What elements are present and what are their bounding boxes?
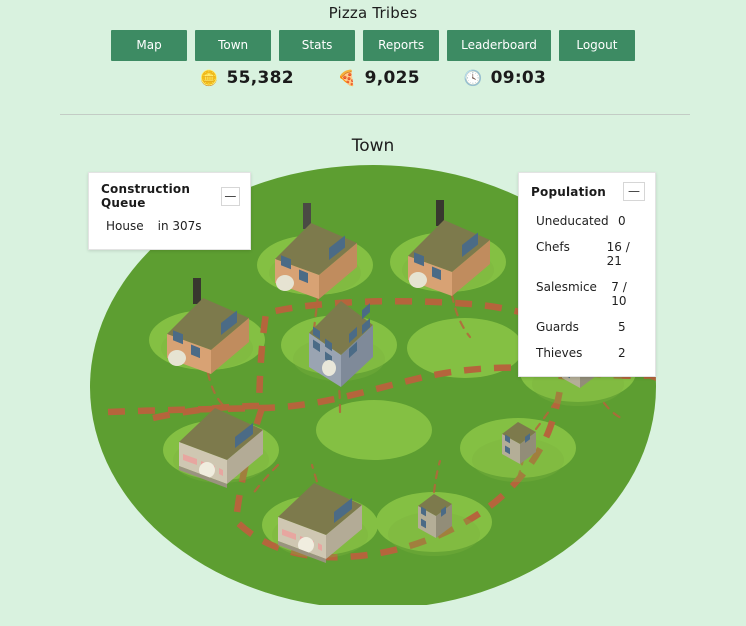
- resource-coins: 🪙 55,382: [200, 68, 294, 88]
- construction-queue-title: Construction Queue: [101, 182, 191, 210]
- population-row-salesmice: Salesmice 7 / 10: [531, 274, 643, 314]
- nav-item-stats[interactable]: Stats: [279, 30, 356, 61]
- queue-item-name: House: [106, 219, 144, 233]
- population-value: 16 / 21: [606, 240, 630, 268]
- page-title: Town: [351, 136, 395, 156]
- pizza-value: 9,025: [364, 68, 420, 88]
- nav-item-map[interactable]: Map: [111, 30, 188, 61]
- population-row-chefs: Chefs 16 / 21: [531, 234, 643, 274]
- population-panel: Population — Uneducated 0 Chefs 16 / 21 …: [518, 172, 656, 377]
- main-navigation: Map Town Stats Reports Leaderboard Logou…: [0, 30, 746, 61]
- population-header: Population —: [519, 173, 655, 208]
- population-label: Uneducated: [536, 214, 609, 228]
- resource-bar: 🪙 55,382 🍕 9,025 🕓 09:03: [0, 68, 746, 88]
- queue-item: House in 307s: [101, 217, 238, 239]
- coin-value: 55,382: [226, 68, 294, 88]
- population-row-guards: Guards 5: [531, 314, 643, 340]
- population-value: 0: [618, 214, 626, 228]
- queue-item-time: in 307s: [157, 219, 202, 233]
- app-title: Pizza Tribes: [328, 4, 418, 22]
- nav-item-leaderboard[interactable]: Leaderboard: [447, 30, 551, 61]
- population-value: 7 / 10: [611, 280, 627, 308]
- pizza-icon: 🍕: [337, 68, 357, 87]
- clock-icon: 🕓: [463, 68, 483, 87]
- population-label: Thieves: [536, 346, 583, 360]
- population-value: 5: [618, 320, 626, 334]
- construction-queue-panel: Construction Queue — House in 307s: [88, 172, 251, 250]
- town-page: Pizza Tribes Map Town Stats Reports Lead…: [0, 0, 746, 626]
- population-row-thieves: Thieves 2: [531, 340, 643, 366]
- coin-icon: 🪙: [199, 68, 219, 87]
- population-label: Chefs: [536, 240, 570, 254]
- population-minimize-button[interactable]: —: [623, 182, 645, 201]
- nav-item-reports[interactable]: Reports: [363, 30, 440, 61]
- population-label: Salesmice: [536, 280, 597, 294]
- timer-value: 09:03: [490, 68, 547, 88]
- nav-item-town[interactable]: Town: [195, 30, 272, 61]
- population-label: Guards: [536, 320, 579, 334]
- resource-pizzas: 🍕 9,025: [338, 68, 420, 88]
- header-divider: [60, 114, 690, 115]
- construction-queue-header: Construction Queue —: [89, 173, 250, 217]
- population-value: 2: [618, 346, 626, 360]
- population-row-uneducated: Uneducated 0: [531, 208, 643, 234]
- plot-lot-8: [316, 400, 432, 460]
- nav-item-logout[interactable]: Logout: [558, 30, 635, 61]
- resource-timer: 🕓 09:03: [464, 68, 546, 88]
- population-title: Population: [531, 184, 607, 199]
- population-body: Uneducated 0 Chefs 16 / 21 Salesmice 7 /…: [519, 208, 655, 376]
- construction-queue-minimize-button[interactable]: —: [220, 186, 240, 206]
- construction-queue-body: House in 307s: [89, 217, 250, 249]
